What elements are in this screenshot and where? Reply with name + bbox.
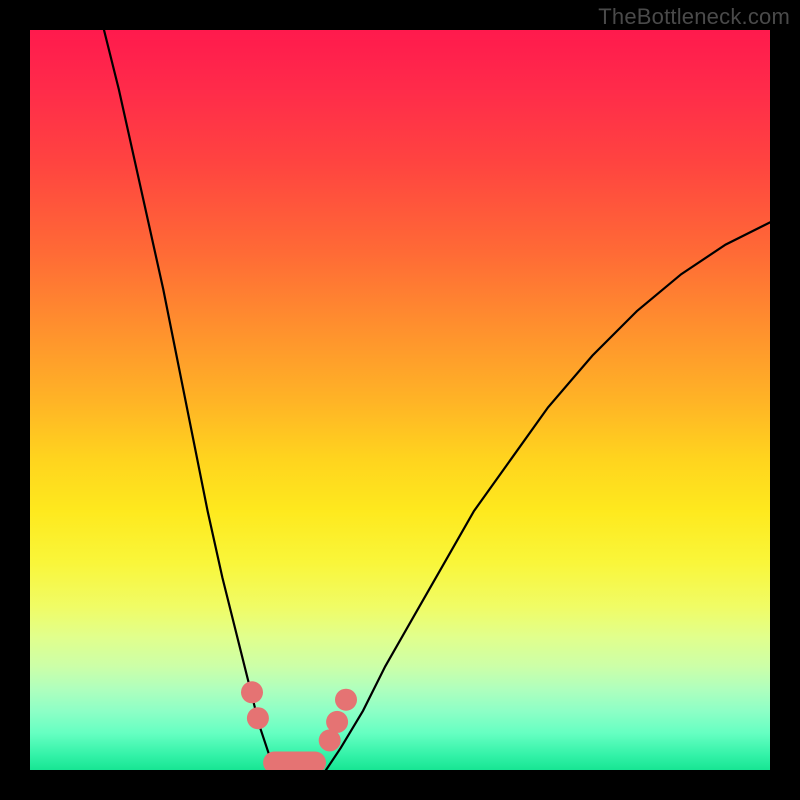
marker-point [241,681,263,703]
watermark-text: TheBottleneck.com [598,4,790,30]
marker-point [335,689,357,711]
plot-area [30,30,770,770]
marker-point [247,707,269,729]
curve-layer [30,30,770,770]
chart-frame: TheBottleneck.com [0,0,800,800]
markers-group [241,681,357,751]
bottom-bar [263,752,326,771]
left-curve [104,30,274,770]
right-curve [326,222,770,770]
marker-point [326,711,348,733]
